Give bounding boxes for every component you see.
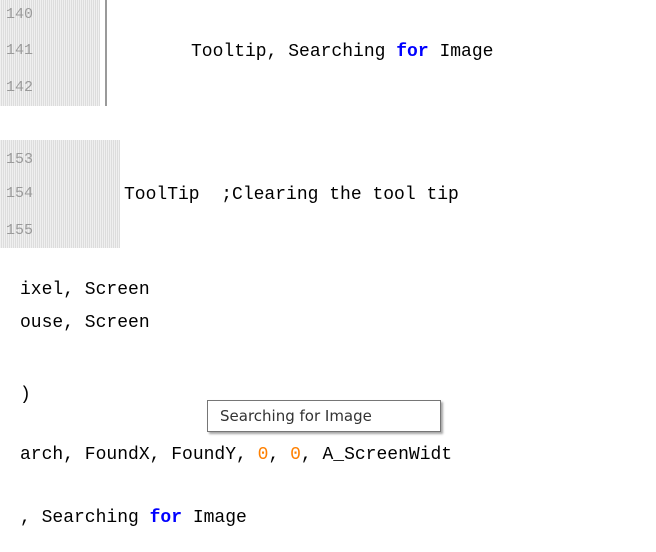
code-line: , Searching for Image bbox=[20, 508, 247, 528]
number-literal: 0 bbox=[290, 445, 301, 465]
code-text: Image bbox=[182, 508, 247, 528]
code-text: arch, FoundX, FoundY, bbox=[20, 445, 258, 465]
code-line: Tooltip, Searching for Image bbox=[191, 42, 493, 62]
keyword: for bbox=[396, 42, 429, 62]
code-text: Tooltip, Searching bbox=[191, 42, 397, 62]
code-line: ixel, Screen bbox=[20, 280, 150, 300]
code-text: Image bbox=[428, 42, 494, 62]
code-line: arch, FoundX, FoundY, 0, 0, A_ScreenWidt bbox=[20, 445, 452, 465]
number-literal: 0 bbox=[257, 445, 269, 465]
fold-margin-line bbox=[105, 0, 107, 106]
code-line: ouse, Screen bbox=[20, 313, 150, 333]
code-line: ToolTip ;Clearing the tool tip bbox=[124, 185, 459, 205]
keyword: for bbox=[149, 508, 183, 528]
line-number: 155 bbox=[6, 222, 34, 239]
line-number: 153 bbox=[6, 151, 34, 168]
code-text: , A_ScreenWidt bbox=[300, 445, 453, 465]
tooltip-popup: Searching for Image bbox=[207, 400, 441, 432]
code-line: ) bbox=[20, 385, 31, 405]
code-snippet-1: 140 141 142 Tooltip, Searching for Image bbox=[0, 0, 656, 106]
code-snippet-2: 153 154 155 ToolTip ;Clearing the tool t… bbox=[0, 140, 656, 248]
code-text: , Searching bbox=[20, 508, 150, 528]
line-number: 142 bbox=[6, 79, 34, 96]
line-number: 154 bbox=[6, 185, 34, 202]
line-number: 141 bbox=[6, 42, 34, 59]
line-number: 140 bbox=[6, 6, 34, 23]
code-text: , bbox=[268, 445, 291, 465]
